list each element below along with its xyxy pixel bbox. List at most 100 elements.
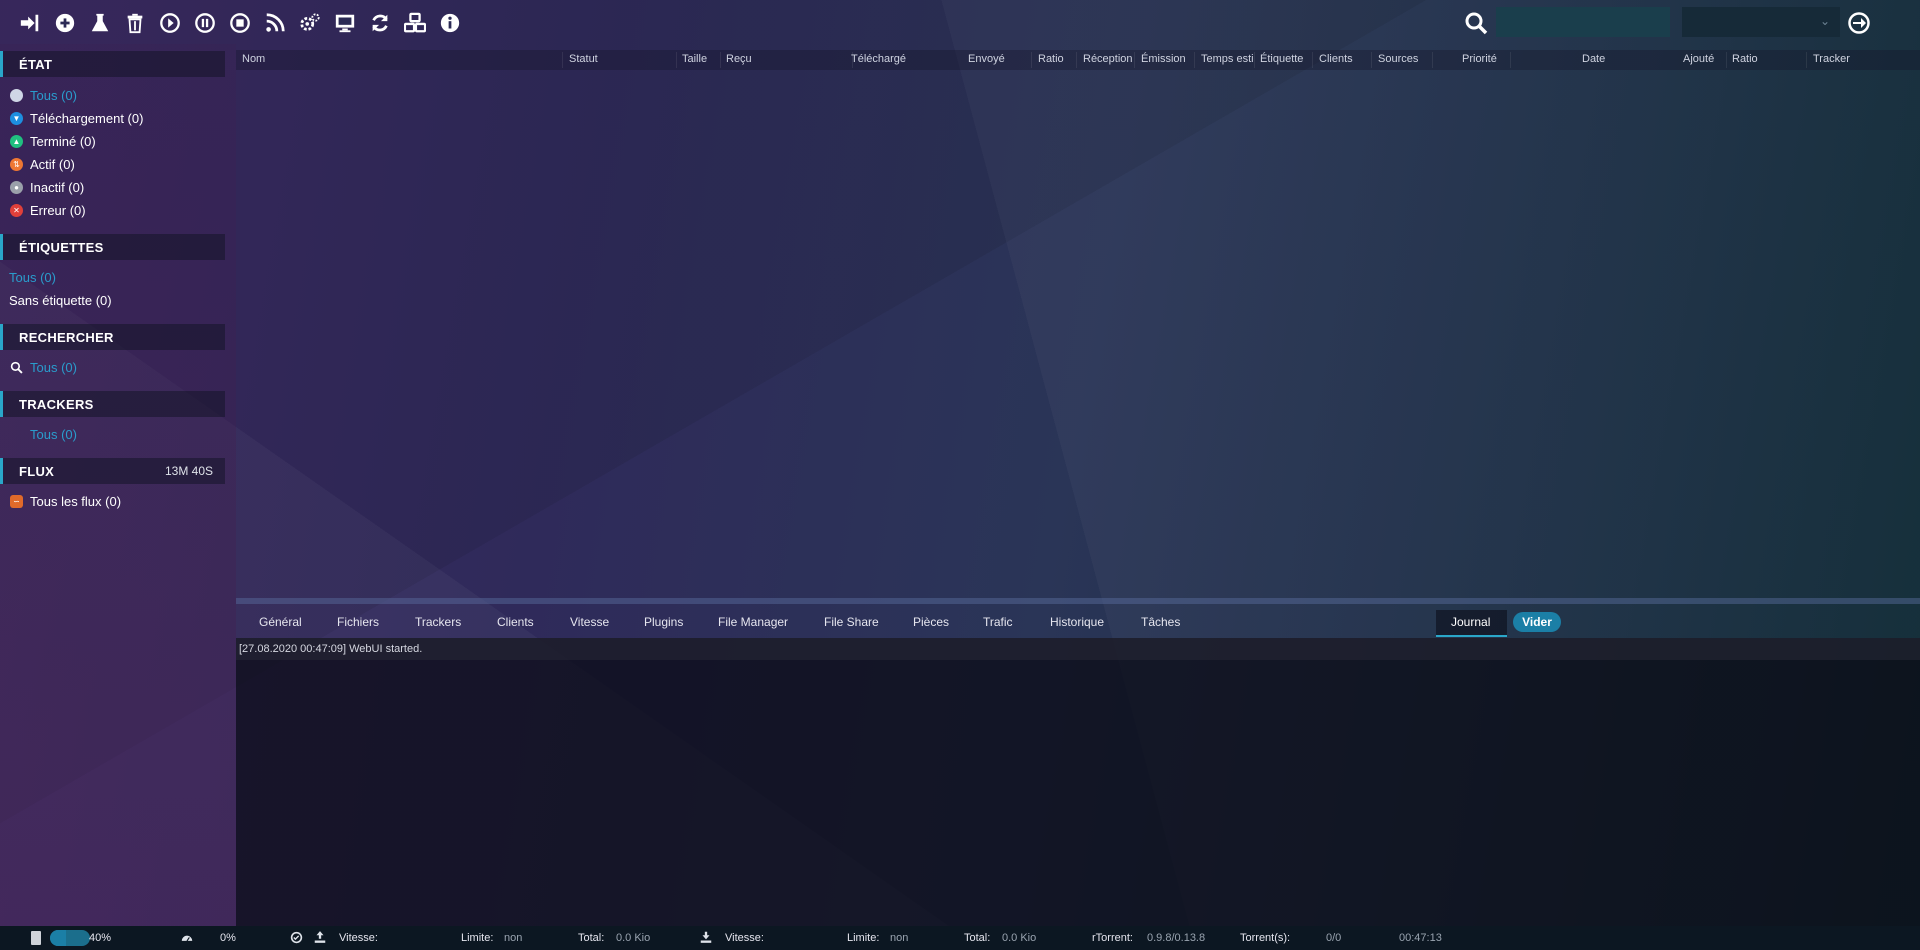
tab-history[interactable]: Historique	[1050, 615, 1104, 629]
state-item-all[interactable]: Tous (0)	[0, 84, 236, 107]
toolbar: ⌄	[0, 0, 1920, 44]
column-divider[interactable]	[720, 52, 721, 68]
state-item-label: Terminé (0)	[30, 134, 96, 149]
category-labels[interactable]: ÉTIQUETTES	[0, 234, 225, 260]
search-engine-select[interactable]: ⌄	[1682, 7, 1840, 37]
column-header-up-speed[interactable]: Émission	[1141, 53, 1186, 65]
tab-traffic[interactable]: Trafic	[983, 615, 1013, 629]
tab-trackers[interactable]: Trackers	[415, 615, 461, 629]
column-divider[interactable]	[1371, 52, 1372, 68]
column-divider[interactable]	[1312, 52, 1313, 68]
download-arrow-icon: ▼	[10, 112, 23, 125]
column-header-peers[interactable]: Clients	[1319, 53, 1353, 65]
column-header-ratio-2[interactable]: Ratio	[1732, 53, 1758, 65]
state-item-downloading[interactable]: ▼ Téléchargement (0)	[0, 107, 236, 130]
settings-icon[interactable]	[298, 11, 322, 35]
state-item-error[interactable]: ✕ Erreur (0)	[0, 199, 236, 222]
stop-icon[interactable]	[228, 11, 252, 35]
speed-limit-icon[interactable]	[290, 931, 303, 947]
state-item-completed[interactable]: ▲ Terminé (0)	[0, 130, 236, 153]
column-header-down-speed[interactable]: Réception	[1083, 53, 1133, 65]
inactive-icon: ●	[10, 181, 23, 194]
tab-speed[interactable]: Vitesse	[570, 615, 609, 629]
upload-limit-value[interactable]: non	[504, 932, 522, 944]
column-header-added[interactable]: Ajouté	[1683, 53, 1714, 65]
tab-plugins[interactable]: Plugins	[644, 615, 683, 629]
category-search[interactable]: RECHERCHER	[0, 324, 225, 350]
category-state[interactable]: ÉTAT	[0, 51, 225, 77]
category-title: RECHERCHER	[19, 330, 114, 345]
tracker-item-all[interactable]: Tous (0)	[0, 423, 236, 446]
tab-general[interactable]: Général	[259, 615, 302, 629]
tab-journal[interactable]: Journal	[1451, 615, 1490, 629]
log-line: [27.08.2020 00:47:09] WebUI started.	[236, 638, 1920, 660]
download-limit-value[interactable]: non	[890, 932, 908, 944]
monitor-icon[interactable]	[333, 11, 357, 35]
column-divider[interactable]	[1031, 52, 1032, 68]
column-divider[interactable]	[1806, 52, 1807, 68]
category-trackers[interactable]: TRACKERS	[0, 391, 225, 417]
feeds-list: ∽ Tous les flux (0)	[0, 484, 236, 517]
add-icon[interactable]	[53, 11, 77, 35]
column-divider[interactable]	[852, 52, 853, 68]
column-header-eta[interactable]: Temps esti	[1201, 53, 1254, 65]
column-divider[interactable]	[1194, 52, 1195, 68]
column-header-date[interactable]: Date	[1582, 53, 1605, 65]
play-icon[interactable]	[158, 11, 182, 35]
trash-icon[interactable]	[123, 11, 147, 35]
table-horizontal-scrollbar[interactable]	[236, 598, 1920, 604]
flask-icon[interactable]	[88, 11, 112, 35]
column-divider[interactable]	[1254, 52, 1255, 68]
tab-file-share[interactable]: File Share	[824, 615, 879, 629]
column-header-uploaded[interactable]: Envoyé	[968, 53, 1005, 65]
column-header-label[interactable]: Étiquette	[1260, 53, 1303, 65]
column-header-name[interactable]: Nom	[242, 53, 265, 65]
pause-icon[interactable]	[193, 11, 217, 35]
tab-files[interactable]: Fichiers	[337, 615, 379, 629]
login-icon[interactable]	[18, 11, 42, 35]
clear-log-button[interactable]: Vider	[1513, 612, 1561, 632]
column-header-ratio[interactable]: Ratio	[1038, 53, 1064, 65]
rss-icon[interactable]	[263, 11, 287, 35]
torrents-count-label: Torrent(s):	[1240, 932, 1291, 944]
search-icon[interactable]	[1464, 11, 1488, 35]
column-divider[interactable]	[1134, 52, 1135, 68]
column-header-tracker[interactable]: Tracker	[1813, 53, 1850, 65]
feed-item-all[interactable]: ∽ Tous les flux (0)	[0, 490, 236, 513]
label-item-all[interactable]: Tous (0)	[0, 266, 236, 289]
tab-clients[interactable]: Clients	[497, 615, 534, 629]
category-feeds[interactable]: FLUX 13M 40S	[0, 458, 225, 484]
search-list: Tous (0)	[0, 350, 236, 383]
refresh-icon[interactable]	[368, 11, 392, 35]
status-bar: 40% 0% Vitesse: Limite: non Total: 0.0 K…	[0, 926, 1920, 950]
column-divider[interactable]	[1510, 52, 1511, 68]
category-title: FLUX	[19, 464, 55, 479]
tracker-item-label: Tous (0)	[30, 427, 77, 442]
label-item-none[interactable]: Sans étiquette (0)	[0, 289, 236, 312]
search-item-all[interactable]: Tous (0)	[0, 356, 236, 379]
state-item-active[interactable]: ⇅ Actif (0)	[0, 153, 236, 176]
tab-pieces[interactable]: Pièces	[913, 615, 949, 629]
column-divider[interactable]	[1432, 52, 1433, 68]
state-item-inactive[interactable]: ● Inactif (0)	[0, 176, 236, 199]
column-divider[interactable]	[562, 52, 563, 68]
column-header-seeds[interactable]: Sources	[1378, 53, 1418, 65]
active-tab-underline	[1436, 635, 1507, 637]
trackers-list: Tous (0)	[0, 417, 236, 450]
tab-file-manager[interactable]: File Manager	[718, 615, 788, 629]
column-header-received[interactable]: Reçu	[726, 53, 752, 65]
info-icon[interactable]	[438, 11, 462, 35]
column-header-downloaded[interactable]: Téléchargé	[851, 53, 906, 65]
category-title: ÉTIQUETTES	[19, 240, 104, 255]
column-header-priority[interactable]: Priorité	[1462, 53, 1497, 65]
plugins-icon[interactable]	[403, 11, 427, 35]
tab-tasks[interactable]: Tâches	[1141, 615, 1180, 629]
column-divider[interactable]	[1076, 52, 1077, 68]
column-header-status[interactable]: Statut	[569, 53, 598, 65]
column-divider[interactable]	[1726, 52, 1727, 68]
clock: 00:47:13	[1399, 932, 1442, 944]
column-divider[interactable]	[676, 52, 677, 68]
search-input[interactable]	[1496, 7, 1670, 37]
column-header-size[interactable]: Taille	[682, 53, 707, 65]
search-go-icon[interactable]	[1847, 11, 1871, 35]
